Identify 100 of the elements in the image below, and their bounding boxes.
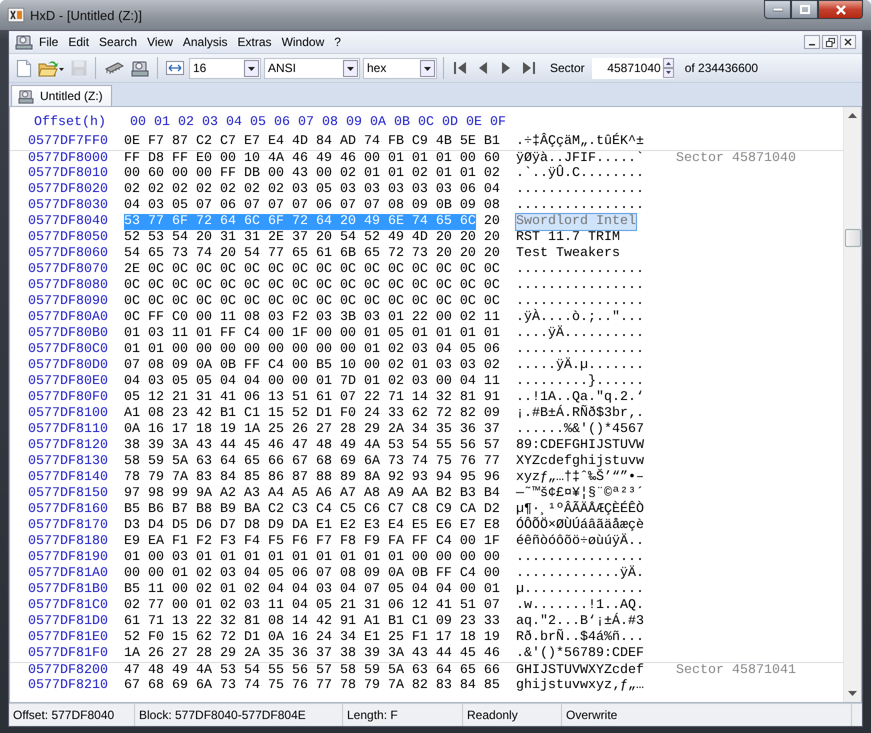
up-arrow-icon xyxy=(848,113,857,118)
sector-label: Sector 45871041 xyxy=(676,663,796,678)
restore-button[interactable] xyxy=(822,35,838,49)
disk-button[interactable] xyxy=(129,58,151,78)
offset-label: 0577DF81F0 xyxy=(28,646,108,662)
offset-label: 0577DF8090 xyxy=(28,294,108,310)
offset-label: 0577DF81C0 xyxy=(28,598,108,614)
status-field: Readonly xyxy=(463,704,562,726)
offset-label: 0577DF81E0 xyxy=(28,630,108,646)
hex-bytes: 04 03 05 05 04 04 00 00 01 7D 01 02 03 00 04 11 xyxy=(124,374,500,390)
offset-label: 0577DF7FF0 xyxy=(28,134,108,150)
offset-label: 0577DF80C0 xyxy=(28,342,108,358)
dropdown[interactable]: hex xyxy=(363,58,437,78)
ascii-text: RST 11.7 TRIM xyxy=(516,230,620,246)
ascii-text: éêñòóôõö÷øùúÿÄ.. xyxy=(516,534,644,550)
menu-item[interactable]: File xyxy=(35,33,62,51)
ascii-text: —˜™š¢£¤¥¦§¨©ª²³´ xyxy=(516,486,644,501)
ascii-text: ..!1A..Qa."q.2.‘ xyxy=(516,390,644,405)
offset-label: 0577DF8030 xyxy=(28,198,108,214)
offset-label: 0577DF8200 xyxy=(28,663,108,678)
menu-item[interactable]: Window xyxy=(278,33,328,51)
offset-label: 0577DF8020 xyxy=(28,182,108,198)
last-arrow-icon xyxy=(521,60,537,76)
hex-bytes: 47 48 49 4A 53 54 55 56 57 58 59 5A 63 64 65 66 xyxy=(124,663,500,678)
disk-drive-icon xyxy=(18,88,34,104)
offset-label: 0577DF8040 xyxy=(28,214,108,230)
offset-label: 0577DF8140 xyxy=(28,470,108,486)
ascii-text: XYZcdefghijstuvw xyxy=(516,454,644,469)
offset-label: 0577DF8150 xyxy=(28,486,108,502)
offset-label: 0577DF80A0 xyxy=(28,310,108,326)
hex-bytes: 04 03 05 07 06 07 07 07 06 07 07 08 09 0B 09 08 xyxy=(124,198,500,214)
minimize-button[interactable] xyxy=(764,0,791,19)
offset-label: 0577DF8110 xyxy=(28,422,108,438)
row-width-button[interactable] xyxy=(164,60,186,76)
ascii-text: aq."2...B‘¡±Á.#3 xyxy=(516,614,644,629)
ascii-text: .ÿÀ....ò.;.."... xyxy=(516,310,644,325)
new-button[interactable] xyxy=(15,58,33,78)
close-button[interactable] xyxy=(818,0,863,19)
offset-label: 0577DF8180 xyxy=(28,534,108,550)
close-icon xyxy=(844,38,852,46)
document-tab[interactable]: Untitled (Z:) xyxy=(11,85,112,106)
column-header: 08 xyxy=(322,114,338,132)
column-header: 09 xyxy=(346,114,362,132)
offset-label: 0577DF8130 xyxy=(28,454,108,470)
caret-icon xyxy=(343,60,358,76)
ascii-text: ................ xyxy=(516,278,644,294)
hex-bytes: FF D8 FF E0 00 10 4A 46 49 46 00 01 01 01 00 60 xyxy=(124,151,500,166)
close-button[interactable] xyxy=(840,35,856,49)
open-button[interactable] xyxy=(36,58,66,78)
menu-item[interactable]: Search xyxy=(95,33,142,51)
hex-bytes: 00 00 01 02 03 04 05 06 07 08 09 0A 0B FF C4 00 xyxy=(124,566,500,582)
status-field: Length: F xyxy=(343,704,463,726)
column-header: 03 xyxy=(202,114,218,132)
dropdown[interactable]: 16 xyxy=(189,58,261,78)
ascii-text: .............ÿÄ. xyxy=(516,566,644,582)
minimize-button[interactable] xyxy=(804,35,820,49)
menu-item[interactable]: ? xyxy=(330,33,345,51)
menu-item[interactable]: Edit xyxy=(64,33,94,51)
hex-bytes: 58 59 5A 63 64 65 66 67 68 69 6A 73 74 75 76 77 xyxy=(124,454,500,470)
ascii-text: µ¶·¸¹ºÂÃÄÅÆÇÈÉÊÒ xyxy=(516,502,644,517)
ascii-text: .&'()*56789:CDEF xyxy=(516,646,644,662)
hex-bytes: 07 08 09 0A 0B FF C4 00 B5 10 00 02 01 03 03 02 xyxy=(124,358,500,374)
maximize-icon xyxy=(800,5,810,14)
hex-bytes: B5 B6 B7 B8 B9 BA C2 C3 C4 C5 C6 C7 C8 C9 CA D2 xyxy=(124,502,500,518)
maximize-button[interactable] xyxy=(791,0,818,19)
offset-label: 0577DF8050 xyxy=(28,230,108,246)
ascii-text: GHIJSTUVWXYZcdef xyxy=(516,663,644,678)
status-field: Overwrite xyxy=(562,704,852,726)
hex-bytes: E9 EA F1 F2 F3 F4 F5 F6 F7 F8 F9 FA FF C4 00 1F xyxy=(124,534,500,550)
offset-label: 0577DF8160 xyxy=(28,502,108,518)
column-header: 04 xyxy=(226,114,242,132)
sector-field[interactable]: 45871040 xyxy=(592,58,674,78)
scrollbar-thumb[interactable] xyxy=(845,229,861,247)
dropdown[interactable]: ANSI xyxy=(264,58,360,78)
offset-label: 0577DF80E0 xyxy=(28,374,108,390)
offset-label: 0577DF8170 xyxy=(28,518,108,534)
offset-label: 0577DF8070 xyxy=(28,262,108,278)
caret-icon xyxy=(420,60,435,76)
spin-arrows-icon xyxy=(662,58,674,78)
vertical-scrollbar[interactable] xyxy=(843,107,861,702)
hex-bytes: 02 02 02 02 02 02 02 03 05 03 03 03 03 03 06 04 xyxy=(124,182,500,198)
hex-bytes: 0C 0C 0C 0C 0C 0C 0C 0C 0C 0C 0C 0C 0C 0C 0C 0C xyxy=(124,278,500,294)
column-header: 0A xyxy=(370,114,386,132)
column-header: 05 xyxy=(250,114,266,132)
ascii-text: .....ÿÄ.µ....... xyxy=(516,358,644,374)
offset-label: 0577DF8190 xyxy=(28,550,108,566)
ascii-text: µ............... xyxy=(516,582,644,598)
menu-item[interactable]: Extras xyxy=(234,33,276,51)
status-field: Offset: 577DF8040 xyxy=(9,704,135,726)
ascii-text: ......%&'()*4567 xyxy=(516,422,644,438)
menu-item[interactable]: Analysis xyxy=(178,33,232,51)
column-header: 0E xyxy=(466,114,482,132)
ascii-text: ................ xyxy=(516,182,644,198)
offset-label: 0577DF81D0 xyxy=(28,614,108,630)
hex-bytes: 0A 16 17 18 19 1A 25 26 27 28 29 2A 34 35 36 37 xyxy=(124,422,500,438)
hex-bytes: 0E F7 87 C2 C7 E7 E4 4D 84 AD 74 FB C9 4B 5E B1 xyxy=(124,134,500,150)
menu-item[interactable]: View xyxy=(143,33,177,51)
offset-label: 0577DF8210 xyxy=(28,678,108,694)
down-arrow-icon xyxy=(848,691,857,696)
hex-bytes: 2E 0C 0C 0C 0C 0C 0C 0C 0C 0C 0C 0C 0C 0C 0C 0C xyxy=(124,262,500,278)
